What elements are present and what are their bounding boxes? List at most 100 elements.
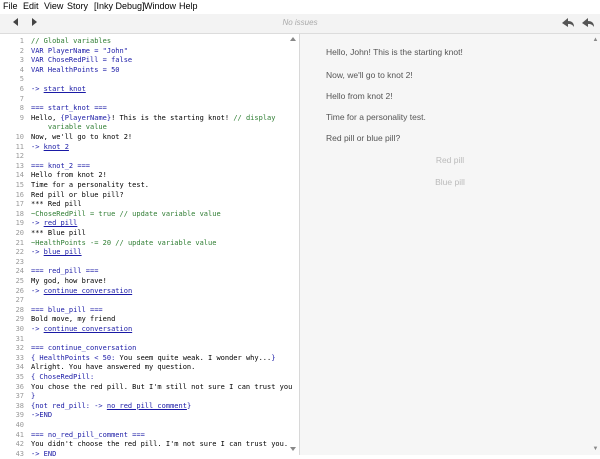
code-line[interactable]: 18 ~ChoseRedPill = true // update variabl… [0,209,295,219]
code-line[interactable]: 5 [0,74,295,84]
divert-link[interactable]: knot_2 [44,143,69,151]
code-line[interactable]: 39 ->END [0,410,295,420]
code-text: -> start_knot [31,84,86,94]
menu-story[interactable]: Story [67,1,88,11]
line-number: 9 [19,113,24,122]
code-text: -> knot_2 [31,142,69,152]
line-number: 14 [15,171,24,180]
editor-scrollbar[interactable] [289,34,297,455]
code-line[interactable]: 12 [0,151,295,161]
code-line[interactable]: 10 Now, we'll go to knot 2! [0,132,295,142]
scroll-down-icon[interactable]: ▼ [592,445,599,453]
code-line[interactable]: 33 { HealthPoints < 50: You seem quite we… [0,353,295,363]
code-line[interactable]: 8 === start_knot === [0,103,295,113]
menu-window[interactable]: Window [144,1,176,11]
code-line[interactable]: 11 -> knot_2 [0,142,295,152]
code-line[interactable]: 25 My god, how brave! [0,276,295,286]
code-line[interactable]: 36 You chose the red pill. But I'm still … [0,382,295,392]
menu-view[interactable]: View [44,1,63,11]
code-line[interactable]: 16 Red pill or blue pill? [0,190,295,200]
code-line[interactable]: 21 ~HealthPoints -= 20 // update variable… [0,238,295,248]
code-text: {not red_pill: -> no_red_pill_comment} [31,401,191,411]
choice-red-pill[interactable]: Red pill [300,155,600,165]
divert-link[interactable]: red_pill [44,219,78,227]
code-line[interactable]: 30 -> continue_conversation [0,324,295,334]
code-token: Red pill or blue pill? [31,190,124,199]
code-line[interactable]: 37} [0,391,295,401]
code-line[interactable]: 17 *** Red pill [0,199,295,209]
divert-link[interactable]: no_red_pill_comment [107,402,187,410]
code-line[interactable]: 22 -> blue_pill [0,247,295,257]
code-text: { HealthPoints < 50: You seem quite weak… [31,353,275,363]
code-line[interactable]: 3 VAR ChoseRedPill = false [0,55,295,65]
code-token: // update variable value [119,209,221,218]
code-line[interactable]: 34 Alright. You have answered my question… [0,362,295,372]
code-line[interactable]: variable value [0,122,295,132]
preview-scrollbar[interactable]: ▲ ▼ [592,34,599,455]
preview-paragraph: Hello, John! This is the starting knot! [326,47,463,57]
step-back-button[interactable] [580,15,596,31]
code-line[interactable]: 4 VAR HealthPoints = 50 [0,65,295,75]
code-line[interactable]: 31 [0,334,295,344]
line-number: 32 [15,344,24,353]
code-token: ~ChoseRedPill = true [31,209,120,218]
code-text: ~ChoseRedPill = true // update variable … [31,209,221,219]
ink-editor[interactable]: 1 // Global variables 2 VAR PlayerName = "J… [0,34,300,458]
code-line[interactable]: 29 Bold move, my friend [0,314,295,324]
code-token: -> [31,248,44,257]
divert-link[interactable]: continue_conversation [44,287,133,295]
line-number: 26 [15,286,24,295]
code-line[interactable]: 32 === continue_conversation [0,343,295,353]
menu-file[interactable]: File [3,1,18,11]
code-line[interactable]: 14 Hello from knot 2! [0,170,295,180]
code-token: Now, we'll go to knot 2! [31,133,133,141]
choice-blue-pill[interactable]: Blue pill [300,177,600,187]
code-line[interactable]: 13 === knot_2 === [0,161,295,171]
preview-paragraph: Time for a personality test. [326,112,426,122]
menu-bar: File Edit View Story [Inky Debug] Window… [0,0,600,14]
code-token: // display [233,113,276,122]
line-number: 4 [19,65,24,74]
code-line[interactable]: 7 [0,94,295,104]
code-line[interactable]: 43 -> END [0,449,295,459]
divert-link[interactable]: start_knot [44,85,86,93]
code-line[interactable]: 38 {not red_pill: -> no_red_pill_comment} [0,401,295,411]
code-line[interactable]: 19 -> red_pill [0,218,295,228]
menu-inky-debug[interactable]: [Inky Debug] [94,1,145,11]
code-text: Now, we'll go to knot 2! [31,132,132,142]
code-token: VAR HealthPoints = 50 [31,65,120,74]
code-token: Hello from knot 2! [31,171,107,180]
divert-link[interactable]: blue_pill [44,248,82,256]
code-line[interactable]: 35 { ChoseRedPill: [0,372,295,382]
code-line[interactable]: 9 Hello, {PlayerName}! This is the starti… [0,113,295,123]
code-line[interactable]: 40 [0,420,295,430]
code-line[interactable]: 20 *** Blue pill [0,228,295,238]
code-text: VAR ChoseRedPill = false [31,55,132,65]
rewind-button[interactable] [560,15,576,31]
code-token: You chose the red pill. But I'm still no… [31,382,293,391]
code-text: === continue_conversation [31,343,136,353]
scroll-up-icon[interactable]: ▲ [592,36,599,44]
code-line[interactable]: 27 [0,295,295,305]
code-line[interactable]: 23 [0,257,295,267]
code-text: Alright. You have answered my question. [31,362,195,372]
code-line[interactable]: 42 You didn't choose the red pill. I'm no… [0,439,295,449]
code-line[interactable]: 15 Time for a personality test. [0,180,295,190]
line-number: 27 [15,296,24,305]
code-line[interactable]: 24 === red_pill === [0,266,295,276]
code-line[interactable]: 28 === blue_pill === [0,305,295,315]
menu-edit[interactable]: Edit [23,1,39,11]
code-line[interactable]: 6 -> start_knot [0,84,295,94]
line-number: 10 [15,133,24,141]
preview-paragraph: Hello from knot 2! [326,91,393,101]
code-line[interactable]: 2 VAR PlayerName = "John" [0,46,295,56]
code-line[interactable]: 1 // Global variables [0,36,295,46]
code-text: Bold move, my friend [31,314,115,324]
line-number: 18 [15,209,24,218]
code-token: -> END [31,449,57,458]
code-line[interactable]: 26 -> continue_conversation [0,286,295,296]
code-text: === no_red_pill_comment === [31,430,145,440]
menu-help[interactable]: Help [179,1,198,11]
code-line[interactable]: 41 === no_red_pill_comment === [0,430,295,440]
divert-link[interactable]: continue_conversation [44,325,133,333]
